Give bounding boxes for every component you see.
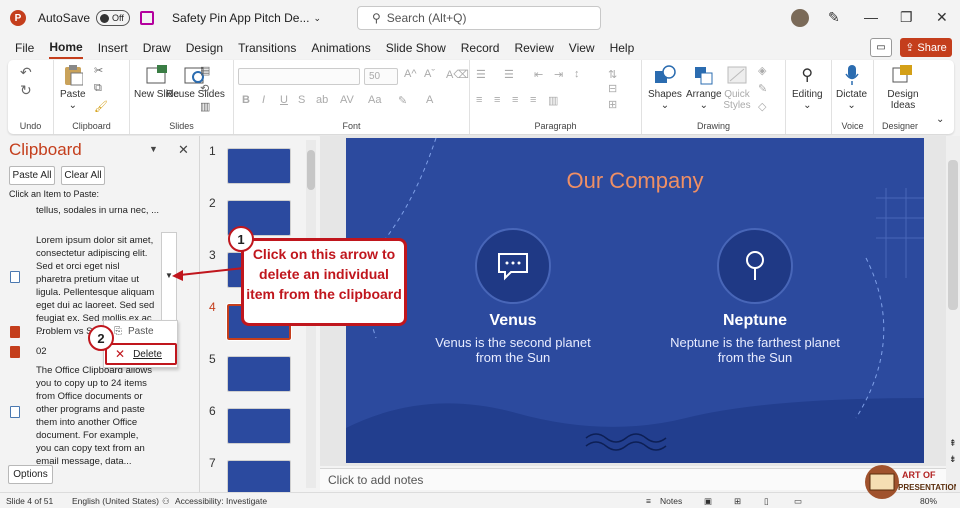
- step-badge-1: 1: [228, 226, 254, 252]
- accessibility-icon: ⚇: [162, 496, 170, 506]
- notes-button[interactable]: Notes: [660, 496, 682, 506]
- svg-text:ART OF: ART OF: [902, 470, 936, 480]
- slide-scrollbar[interactable]: ⇞ ⇟: [946, 136, 960, 492]
- notes-pane[interactable]: Click to add notes: [320, 468, 946, 490]
- notes-icon: ≡: [646, 496, 651, 506]
- accessibility-status[interactable]: Accessibility: Investigate: [175, 496, 267, 506]
- slide-sorter-icon[interactable]: ⊞: [734, 496, 741, 507]
- language-indicator[interactable]: English (United States): [72, 496, 159, 506]
- prev-slide-icon[interactable]: ⇞: [949, 438, 957, 449]
- annotation-callout: Click on this arrow to delete an individ…: [241, 238, 407, 326]
- notes-placeholder: Click to add notes: [328, 473, 424, 487]
- scrollbar-thumb[interactable]: [948, 160, 958, 310]
- art-of-presentations-logo: ART OF PRESENTATIONS: [862, 460, 960, 502]
- svg-text:PRESENTATIONS: PRESENTATIONS: [898, 483, 956, 492]
- reading-view-icon[interactable]: ▯: [764, 496, 769, 507]
- step-badge-2: 2: [88, 325, 114, 351]
- status-bar: Slide 4 of 51 English (United States) ⚇ …: [0, 492, 960, 508]
- slideshow-icon[interactable]: ▭: [794, 496, 802, 507]
- slide-counter: Slide 4 of 51: [6, 496, 54, 506]
- annotation-arrow: [172, 267, 245, 281]
- normal-view-icon[interactable]: ▣: [704, 496, 712, 507]
